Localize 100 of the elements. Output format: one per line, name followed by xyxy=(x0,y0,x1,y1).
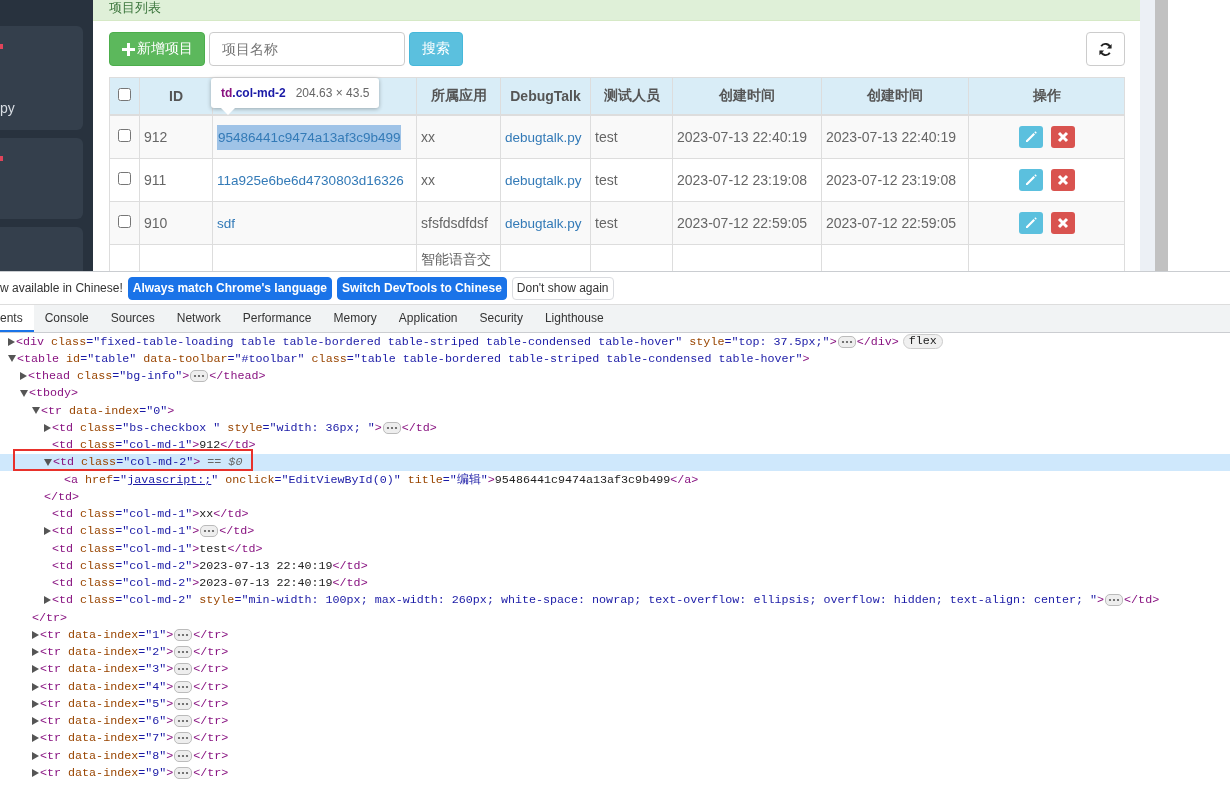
ellipsis-icon[interactable] xyxy=(1105,594,1124,607)
devtools-tab[interactable]: Application xyxy=(387,305,469,332)
column-header: 创建时间 xyxy=(672,77,822,115)
code-text: <tr data-index="1"> xyxy=(40,627,174,642)
row-checkbox[interactable] xyxy=(118,172,131,185)
collapsed-arrow-icon[interactable] xyxy=(8,337,15,346)
collapsed-arrow-icon[interactable] xyxy=(44,596,51,605)
collapsed-arrow-icon[interactable] xyxy=(44,423,51,432)
delete-button[interactable] xyxy=(1050,126,1075,148)
ellipsis-icon[interactable] xyxy=(174,628,193,641)
refresh-button[interactable] xyxy=(1086,32,1125,66)
ellipsis-icon[interactable] xyxy=(382,421,401,434)
close-icon xyxy=(1056,217,1069,229)
collapsed-arrow-icon[interactable] xyxy=(20,372,27,381)
dismiss-button[interactable]: Don't show again xyxy=(511,276,614,300)
selected-row[interactable]: <td class="col-md-2"> == $0 xyxy=(0,453,1230,471)
devtools-tab[interactable]: Network xyxy=(165,305,232,332)
language-button[interactable]: Always match Chrome's language xyxy=(127,276,332,300)
ellipsis-icon[interactable] xyxy=(174,715,193,728)
code-text: <td class="col-md-1">test</td> xyxy=(52,541,263,556)
ellipsis-icon[interactable] xyxy=(837,335,856,348)
column-header: ID xyxy=(139,77,213,115)
expanded-arrow-icon[interactable] xyxy=(32,407,40,415)
code-text: <td class="col-md-1">912</td> xyxy=(52,438,256,453)
code-text: <div class="fixed-table-loading table table-bordered table-striped table-condensed table-hover" style="top: 37.5px;"> xyxy=(16,334,837,349)
flex-badge[interactable]: flex xyxy=(902,334,943,350)
code-text: </div> xyxy=(856,334,899,349)
code-text: </tr> xyxy=(32,610,68,625)
delete-button[interactable] xyxy=(1050,212,1075,234)
table-cell: 2023-07-12 22:59:05 xyxy=(826,215,956,231)
code-text: <table id="table" data-toolbar="#toolbar" class="table table-bordered table-striped table-condensed table-hover"> xyxy=(17,351,810,366)
code-text: </tr> xyxy=(193,627,229,642)
code-text: <a href="javascript:;" onclick="EditViewById(0)" title="编辑">95486441c9474a13af3c9b499</a> xyxy=(64,472,699,488)
table-cell: 2023-07-13 22:40:19 xyxy=(826,129,956,145)
code-text: <tr data-index="2"> xyxy=(40,645,174,660)
code-text: </thead> xyxy=(209,369,266,384)
ellipsis-icon[interactable] xyxy=(174,646,193,659)
code-text: </tr> xyxy=(193,679,229,694)
table-cell: xx xyxy=(421,129,435,145)
code-text: </tr> xyxy=(193,748,229,763)
code-text: </tr> xyxy=(193,645,229,660)
sidebar-card[interactable]: py xyxy=(0,26,83,130)
collapsed-arrow-icon[interactable] xyxy=(44,527,51,536)
devtools-tab[interactable]: Performance xyxy=(231,305,323,332)
code-text: <tr data-index="5"> xyxy=(40,696,174,711)
scrollbar[interactable] xyxy=(1155,0,1168,271)
code-text: <td class="col-md-1"> xyxy=(52,524,200,539)
devtools-tab[interactable]: Sources xyxy=(99,305,166,332)
ellipsis-icon[interactable] xyxy=(174,680,193,693)
table-cell: 2023-07-12 23:19:08 xyxy=(826,172,956,188)
table-cell: xx xyxy=(421,172,435,188)
expanded-arrow-icon[interactable] xyxy=(20,389,28,397)
ellipsis-icon[interactable] xyxy=(174,749,193,762)
devtools-tab[interactable]: Security xyxy=(468,305,534,332)
devtools-tab[interactable]: Console xyxy=(33,305,100,332)
code-text: </td> xyxy=(1124,593,1160,608)
code-text: <tr data-index="8"> xyxy=(40,748,174,763)
code-text: <td class="col-md-1">xx</td> xyxy=(52,507,249,522)
table-cell: sfsfdsdfdsf xyxy=(421,215,488,231)
code-text: </tr> xyxy=(193,765,229,780)
row-checkbox[interactable] xyxy=(118,129,131,142)
delete-button[interactable] xyxy=(1050,169,1075,191)
pencil-icon xyxy=(1023,173,1038,187)
code-text: <td class="bs-checkbox " style="width: 36px; "> xyxy=(52,420,382,435)
row-checkbox[interactable] xyxy=(118,215,131,228)
column-header: 操作 xyxy=(968,77,1125,115)
column-header: 创建时间 xyxy=(821,77,969,115)
devtools-tab[interactable]: Lighthouse xyxy=(533,305,615,332)
ellipsis-icon[interactable] xyxy=(174,732,193,745)
devtools-tab[interactable]: Memory xyxy=(322,305,388,332)
pencil-icon xyxy=(1023,216,1038,230)
language-button[interactable]: Switch DevTools to Chinese xyxy=(337,276,507,300)
table-cell: 2023-07-12 23:19:08 xyxy=(677,172,807,188)
ellipsis-icon[interactable] xyxy=(200,525,219,538)
close-icon xyxy=(1056,174,1069,186)
expanded-arrow-icon[interactable] xyxy=(8,355,16,363)
select-all-checkbox[interactable] xyxy=(118,88,131,101)
code-text: <tr data-index="9"> xyxy=(40,765,174,780)
code-text: <td class="col-md-2" style="min-width: 100px; max-width: 260px; white-space: nowrap; text-overflow: ellipsis; overflow: hidden; text-align: center; "> xyxy=(52,593,1105,608)
code-text: <tbody> xyxy=(29,386,79,401)
code-text: </tr> xyxy=(193,714,229,729)
code-text: <td class="col-md-2">2023-07-13 22:40:19</td> xyxy=(52,558,368,573)
devtools-tab[interactable]: ents xyxy=(0,305,34,332)
code-text: </tr> xyxy=(193,662,229,677)
refresh-icon xyxy=(1098,41,1113,57)
ellipsis-icon[interactable] xyxy=(174,697,193,710)
ellipsis-icon[interactable] xyxy=(174,663,193,676)
code-text: <td class="col-md-2">2023-07-13 22:40:19</td> xyxy=(52,576,368,591)
code-text: <thead class="bg-info"> xyxy=(28,369,190,384)
code-text: </td> xyxy=(401,420,437,435)
table-cell: 912 xyxy=(144,129,168,145)
table-cell: test xyxy=(595,215,618,231)
project-link[interactable]: sdf xyxy=(217,216,235,231)
search-field[interactable]: 项目名称 xyxy=(209,32,405,66)
code-text: <td class="col-md-2"> == $0 xyxy=(53,455,243,470)
table-cell: test xyxy=(595,172,618,188)
ellipsis-icon[interactable] xyxy=(190,370,209,383)
code-text: <tr data-index="7"> xyxy=(40,731,174,746)
expanded-arrow-icon[interactable] xyxy=(44,458,52,466)
ellipsis-icon[interactable] xyxy=(174,766,193,779)
